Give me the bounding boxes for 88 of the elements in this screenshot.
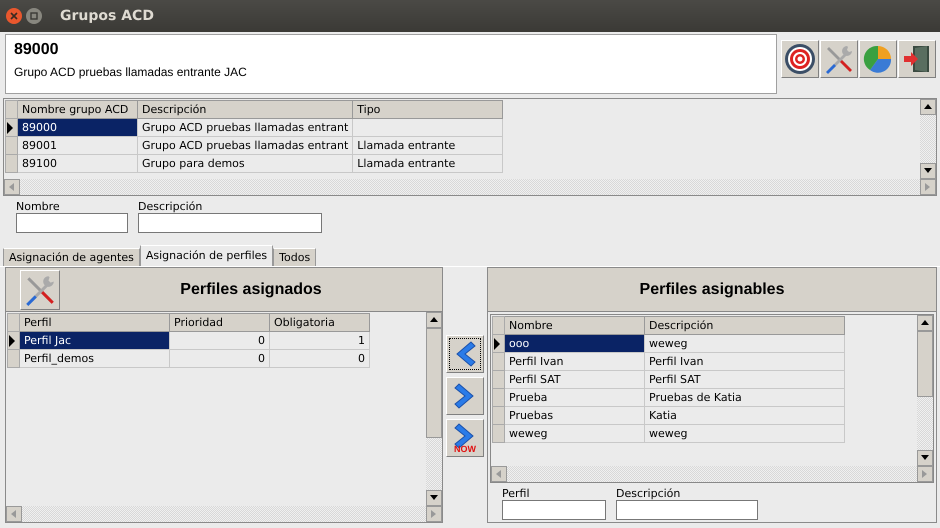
table-cell[interactable]: Grupo para demos — [138, 154, 353, 172]
window-title: Grupos ACD — [60, 8, 154, 24]
target-button[interactable] — [781, 40, 819, 78]
table-cell[interactable]: Llamada entrante — [352, 154, 503, 172]
table-cell[interactable]: Perfil Ivan — [644, 352, 844, 370]
down-arrow-icon — [921, 454, 929, 462]
up-arrow-icon — [430, 316, 438, 324]
table-cell[interactable]: 1 — [270, 332, 370, 350]
field-label: Nombre — [16, 200, 61, 213]
pie-chart-icon — [862, 43, 894, 75]
panel-title: Perfiles asignados — [179, 280, 323, 298]
table-cell[interactable]: weweg — [644, 334, 844, 352]
vertical-scrollbar[interactable] — [426, 312, 442, 506]
table-cell[interactable]: 89001 — [18, 136, 138, 154]
table-cell[interactable]: Perfil Jac — [20, 332, 170, 350]
table-cell[interactable]: 89000 — [18, 118, 138, 136]
column-header[interactable]: Nombre grupo ACD — [18, 100, 138, 118]
left-arrow-icon — [10, 510, 18, 518]
horizontal-scrollbar[interactable] — [6, 506, 442, 522]
column-header[interactable]: Descripción — [644, 316, 844, 334]
target-icon — [784, 43, 816, 75]
current-row-icon — [8, 334, 16, 346]
table-cell[interactable]: Perfil SAT — [644, 370, 844, 388]
input-field[interactable] — [502, 500, 606, 520]
move-right-button[interactable] — [446, 377, 484, 415]
left-arrow-icon — [8, 183, 16, 191]
tab[interactable]: Todos — [273, 248, 316, 266]
horizontal-scrollbar[interactable] — [491, 466, 933, 482]
column-header[interactable]: Descripción — [138, 100, 353, 118]
tools-button[interactable] — [20, 270, 60, 310]
field-label: Descripción — [138, 200, 204, 213]
table-cell[interactable]: weweg — [504, 424, 644, 442]
table-cell[interactable]: 0 — [170, 332, 270, 350]
table-cell[interactable]: weweg — [644, 424, 844, 442]
table-cell[interactable]: Grupo ACD pruebas llamadas entrant — [138, 136, 353, 154]
input-field[interactable] — [616, 500, 758, 520]
tab[interactable]: Asignación de perfiles — [140, 245, 274, 266]
vertical-scrollbar[interactable] — [920, 99, 936, 179]
table-cell[interactable]: Perfil SAT — [504, 370, 644, 388]
minimize-button[interactable] — [26, 8, 42, 24]
chart-button[interactable] — [859, 40, 897, 78]
right-arrow-icon — [924, 183, 932, 191]
column-header[interactable]: Tipo — [352, 100, 503, 118]
table-cell[interactable]: Perfil Ivan — [504, 352, 644, 370]
up-arrow-icon — [921, 319, 929, 327]
close-button[interactable] — [6, 8, 22, 24]
current-row-icon — [493, 338, 501, 350]
exit-button[interactable] — [898, 40, 936, 78]
panel-title: Perfiles asignables — [638, 280, 786, 298]
field-label: Descripción — [616, 487, 682, 500]
column-header[interactable]: Prioridad — [170, 314, 270, 332]
column-header[interactable]: Perfil — [20, 314, 170, 332]
right-arrow-icon — [921, 470, 929, 478]
input-field[interactable] — [138, 213, 322, 233]
table-cell[interactable] — [352, 118, 503, 136]
group-description: Grupo ACD pruebas llamadas entrante JAC — [14, 65, 248, 79]
move-left-button[interactable] — [446, 335, 484, 373]
right-arrow-icon — [430, 510, 438, 518]
column-header[interactable]: Obligatoria — [270, 314, 370, 332]
close-icon — [10, 12, 18, 20]
table-cell[interactable]: 89100 — [18, 154, 138, 172]
table-cell[interactable]: Perfil_demos — [20, 350, 170, 368]
down-arrow-icon — [430, 494, 438, 502]
down-arrow-icon — [924, 167, 932, 175]
table-cell[interactable]: Katia — [644, 406, 844, 424]
up-arrow-icon — [924, 103, 932, 111]
current-row-icon — [6, 122, 14, 134]
horizontal-scrollbar[interactable] — [4, 179, 936, 195]
table-cell[interactable]: ooo — [504, 334, 644, 352]
table-cell[interactable]: Grupo ACD pruebas llamadas entrant — [138, 118, 353, 136]
input-field[interactable] — [16, 213, 128, 233]
row-selector[interactable] — [6, 118, 18, 136]
table-cell[interactable]: Pruebas de Katia — [644, 388, 844, 406]
table-cell[interactable]: 0 — [270, 350, 370, 368]
vertical-scrollbar[interactable] — [917, 315, 933, 466]
group-code: 89000 — [14, 41, 60, 59]
left-arrow-icon — [495, 470, 503, 478]
minimize-icon — [30, 12, 38, 20]
row-selector[interactable] — [8, 332, 20, 350]
table-cell[interactable]: 0 — [170, 350, 270, 368]
tools-button[interactable] — [820, 40, 858, 78]
column-header[interactable]: Nombre — [504, 316, 644, 334]
table-cell[interactable]: Llamada entrante — [352, 136, 503, 154]
table-cell[interactable]: Prueba — [504, 388, 644, 406]
row-selector[interactable] — [492, 334, 504, 352]
field-label: Perfil — [502, 487, 531, 500]
table-cell[interactable]: Pruebas — [504, 406, 644, 424]
tab[interactable]: Asignación de agentes — [3, 248, 140, 266]
